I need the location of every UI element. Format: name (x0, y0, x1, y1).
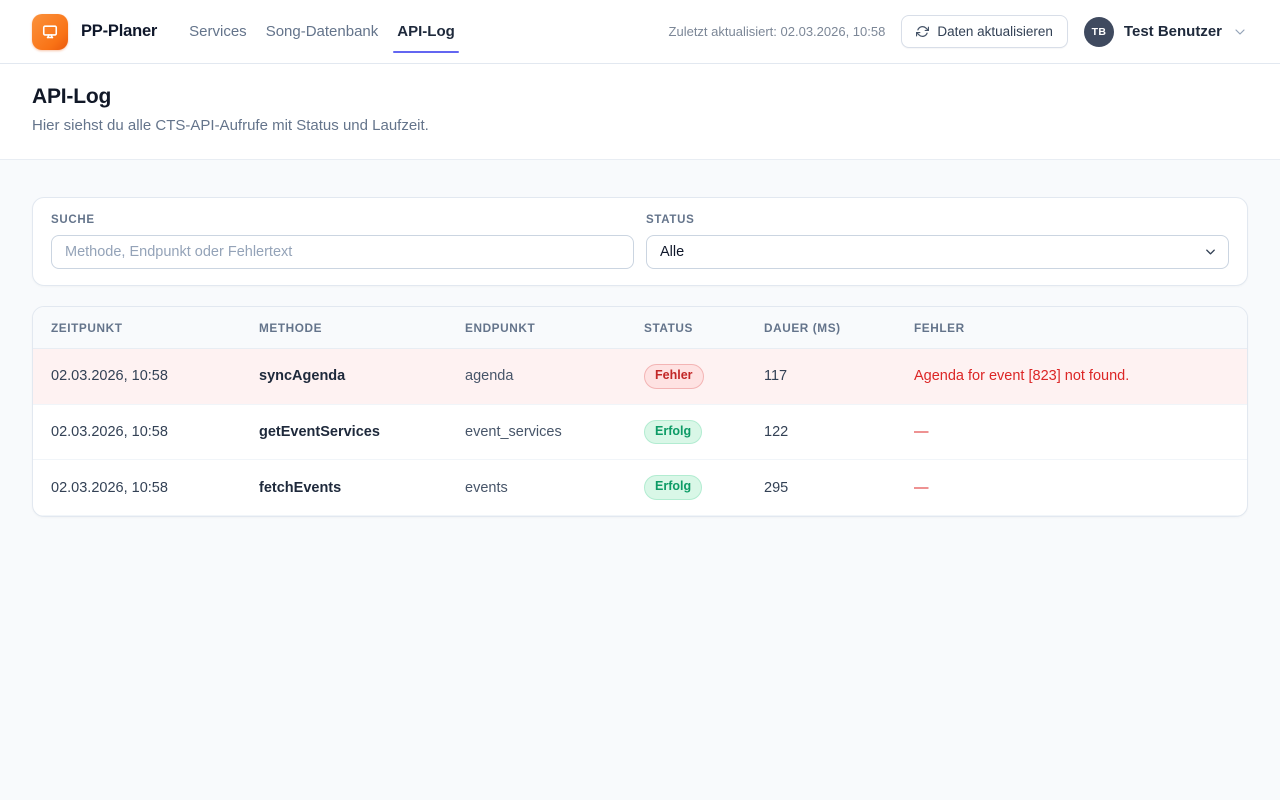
page-head: API-Log Hier siehst du alle CTS-API-Aufr… (0, 64, 1280, 160)
page-title: API-Log (32, 85, 1248, 109)
last-updated-text: Zuletzt aktualisiert: 02.03.2026, 10:58 (669, 24, 886, 39)
cell-status: Erfolg (626, 460, 746, 516)
app-logo (32, 14, 68, 50)
search-label: Suche (51, 214, 634, 226)
filter-card: Suche Status Alle (32, 197, 1248, 286)
avatar: TB (1084, 17, 1114, 47)
refresh-button-label: Daten aktualisieren (937, 24, 1053, 39)
cell-duration: 122 (746, 404, 896, 460)
status-select[interactable]: Alle (646, 235, 1229, 269)
column-header: Status (626, 307, 746, 349)
status-badge: Erfolg (644, 475, 702, 500)
nav-link[interactable]: Services (187, 19, 249, 44)
cell-status: Erfolg (626, 404, 746, 460)
column-header: Endpunkt (447, 307, 626, 349)
page-subtitle: Hier siehst du alle CTS-API-Aufrufe mit … (32, 117, 1248, 134)
cell-timestamp: 02.03.2026, 10:58 (33, 460, 241, 516)
cell-endpoint: agenda (447, 349, 626, 405)
cell-timestamp: 02.03.2026, 10:58 (33, 349, 241, 405)
column-header: Dauer (ms) (746, 307, 896, 349)
search-input[interactable] (51, 235, 634, 269)
api-log-table-card: Zeitpunkt Methode Endpunkt Status Dauer … (32, 306, 1248, 517)
table-row: 02.03.2026, 10:58 getEventServices event… (33, 404, 1247, 460)
cell-endpoint: event_services (447, 404, 626, 460)
cell-method: fetchEvents (241, 460, 447, 516)
cell-duration: 295 (746, 460, 896, 516)
api-log-table: Zeitpunkt Methode Endpunkt Status Dauer … (33, 307, 1247, 516)
table-body: 02.03.2026, 10:58 syncAgenda agenda Fehl… (33, 349, 1247, 516)
main-content: Suche Status Alle (0, 160, 1280, 554)
refresh-icon (916, 25, 929, 38)
column-header: Fehler (896, 307, 1247, 349)
cell-error: — (896, 460, 1247, 516)
table-row: 02.03.2026, 10:58 syncAgenda agenda Fehl… (33, 349, 1247, 405)
status-select-wrap: Alle (646, 235, 1229, 269)
column-header: Zeitpunkt (33, 307, 241, 349)
brand-name: PP-Planer (81, 22, 157, 41)
refresh-data-button[interactable]: Daten aktualisieren (901, 15, 1068, 48)
nav-link[interactable]: API-Log (395, 19, 457, 44)
brand: PP-Planer (32, 14, 157, 50)
cell-timestamp: 02.03.2026, 10:58 (33, 404, 241, 460)
table-row: 02.03.2026, 10:58 fetchEvents events Erf… (33, 460, 1247, 516)
search-field-group: Suche (51, 214, 634, 269)
cell-error: Agenda for event [823] not found. (896, 349, 1247, 405)
app-header: PP-Planer Services Song-Datenbank API-Lo… (0, 0, 1280, 64)
cell-error: — (896, 404, 1247, 460)
status-badge: Erfolg (644, 420, 702, 445)
cell-endpoint: events (447, 460, 626, 516)
cell-method: syncAgenda (241, 349, 447, 405)
table-header: Zeitpunkt Methode Endpunkt Status Dauer … (33, 307, 1247, 349)
cell-status: Fehler (626, 349, 746, 405)
status-badge: Fehler (644, 364, 704, 389)
header-right: Zuletzt aktualisiert: 02.03.2026, 10:58 … (669, 15, 1248, 48)
column-header: Methode (241, 307, 447, 349)
chevron-down-icon (1232, 24, 1248, 40)
presentation-board-icon (40, 22, 60, 42)
cell-duration: 117 (746, 349, 896, 405)
user-menu[interactable]: TB Test Benutzer (1084, 17, 1248, 47)
nav-link[interactable]: Song-Datenbank (264, 19, 381, 44)
cell-method: getEventServices (241, 404, 447, 460)
user-name: Test Benutzer (1124, 23, 1222, 40)
status-field-group: Status Alle (646, 214, 1229, 269)
main-nav: Services Song-Datenbank API-Log (187, 19, 457, 44)
status-label: Status (646, 214, 1229, 226)
